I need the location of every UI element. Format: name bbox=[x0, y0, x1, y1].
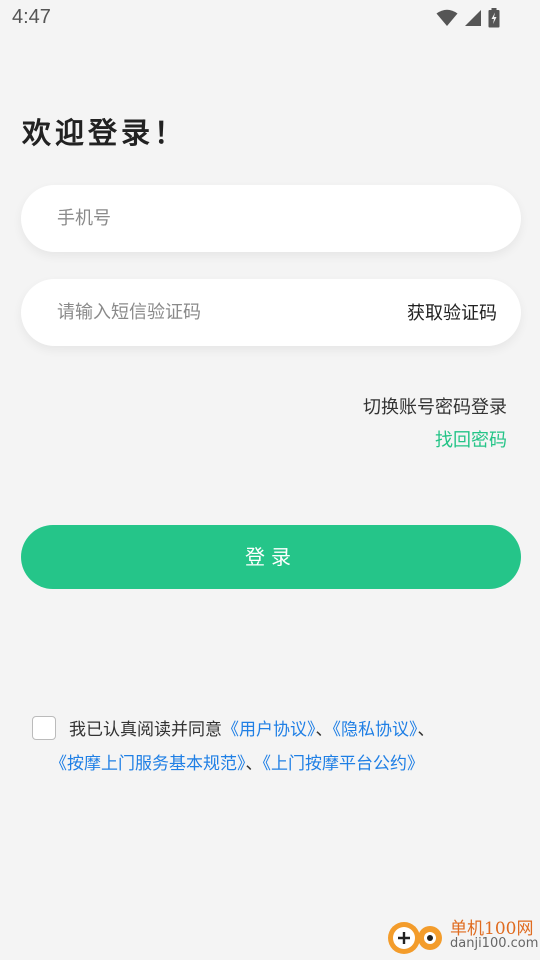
status-icons bbox=[436, 8, 500, 28]
status-bar: 4:47 bbox=[0, 0, 540, 36]
watermark-logo-icon bbox=[386, 916, 448, 956]
get-code-button[interactable]: 获取验证码 bbox=[407, 299, 497, 325]
agreement-line-1: 我已认真阅读并同意《用户协议》、《隐私协议》、 bbox=[69, 715, 435, 740]
cellular-signal-icon bbox=[464, 9, 482, 27]
agreement-checkbox[interactable] bbox=[32, 716, 56, 740]
battery-charging-icon bbox=[488, 8, 500, 28]
page-title: 欢迎登录！ bbox=[22, 116, 188, 150]
privacy-agreement-link[interactable]: 《隐私协议》 bbox=[333, 720, 418, 740]
agreement-line-2: 《按摩上门服务基本规范》、《上门按摩平台公约》 bbox=[50, 749, 424, 774]
agreement-separator: 、 bbox=[417, 720, 435, 740]
login-button[interactable]: 登录 bbox=[21, 525, 521, 589]
watermark-url: danji100.com bbox=[450, 936, 539, 951]
phone-field[interactable] bbox=[21, 185, 521, 252]
watermark: 单机100网 danji100.com bbox=[386, 912, 538, 958]
sms-code-input[interactable] bbox=[57, 279, 357, 346]
status-time: 4:47 bbox=[12, 6, 51, 28]
agreement-separator: 、 bbox=[315, 720, 333, 740]
agreement-separator: 、 bbox=[245, 754, 263, 774]
user-agreement-link[interactable]: 《用户协议》 bbox=[222, 720, 316, 740]
sms-code-field[interactable]: 获取验证码 bbox=[21, 279, 521, 346]
service-standard-link[interactable]: 《按摩上门服务基本规范》 bbox=[50, 754, 246, 774]
agreement-prefix: 我已认真阅读并同意 bbox=[69, 720, 222, 740]
forgot-password-link[interactable]: 找回密码 bbox=[435, 426, 507, 452]
switch-password-login-link[interactable]: 切换账号密码登录 bbox=[363, 393, 507, 419]
wifi-icon bbox=[436, 9, 458, 27]
platform-convention-link[interactable]: 《上门按摩平台公约》 bbox=[263, 754, 425, 774]
phone-input[interactable] bbox=[57, 185, 357, 252]
